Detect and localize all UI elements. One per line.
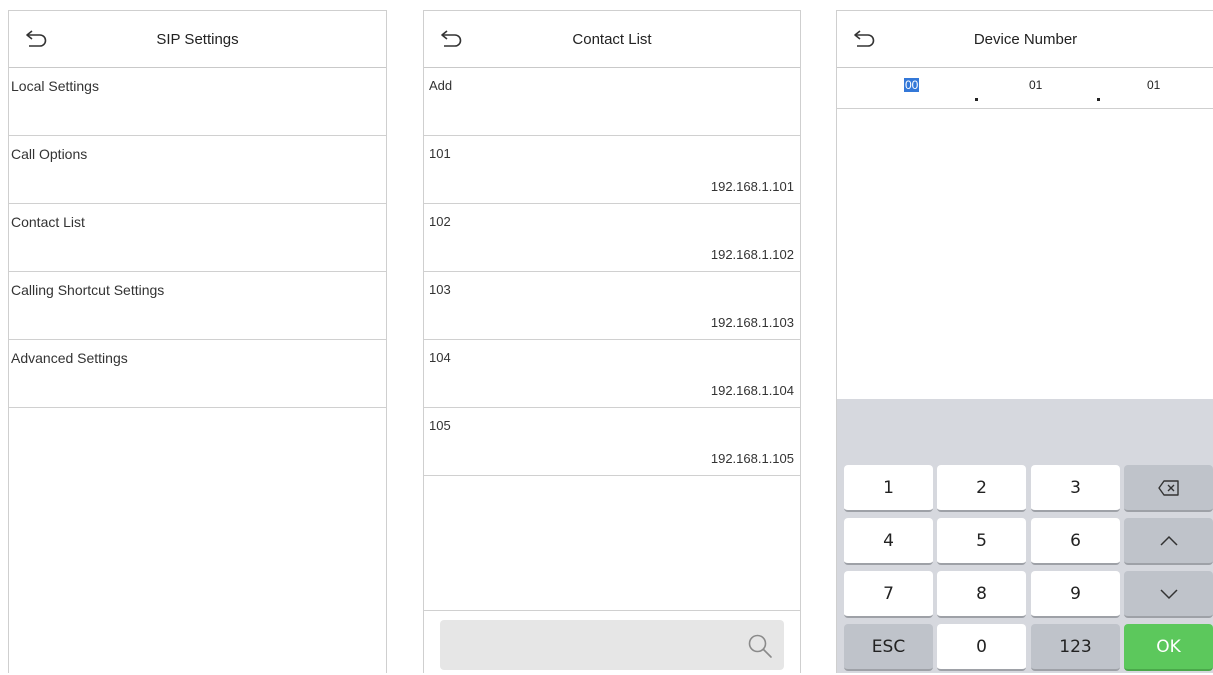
menu-item-calling-shortcut-settings[interactable]: Calling Shortcut Settings (9, 272, 386, 340)
device-number-segment-1[interactable]: 00 (904, 78, 920, 92)
page-title: Device Number (973, 30, 1078, 48)
contact-item[interactable]: 105 192.168.1.105 (424, 408, 800, 476)
search-input[interactable] (440, 620, 784, 670)
contact-item[interactable]: 102 192.168.1.102 (424, 204, 800, 272)
key-7[interactable]: 7 (844, 571, 933, 618)
segment-separator (1097, 98, 1100, 101)
key-0[interactable]: 0 (937, 624, 1026, 671)
device-number-panel: Device Number 00 01 01 1 2 3 4 5 6 7 8 9… (836, 10, 1213, 673)
contact-ip: 192.168.1.104 (710, 383, 794, 398)
segment-separator (975, 98, 978, 101)
contact-number: 101 (429, 146, 451, 161)
menu-item-contact-list[interactable]: Contact List (9, 204, 386, 272)
up-key[interactable] (1124, 518, 1213, 565)
numeric-keypad: 1 2 3 4 5 6 7 8 9 ESC 0 123 OK (837, 399, 1213, 673)
device-number-header: Device Number (837, 11, 1213, 68)
page-title: Contact List (572, 30, 652, 48)
menu-item-label: Calling Shortcut Settings (11, 282, 165, 298)
contact-item[interactable]: 101 192.168.1.101 (424, 136, 800, 204)
menu-item-label: Advanced Settings (11, 350, 128, 366)
chevron-down-icon (1159, 588, 1178, 599)
menu-item-label: Call Options (11, 146, 88, 162)
back-arrow-icon[interactable] (438, 28, 464, 50)
backspace-icon (1157, 479, 1179, 496)
backspace-key[interactable] (1124, 465, 1213, 512)
add-contact-item[interactable]: Add (424, 68, 800, 136)
contact-number: 105 (429, 418, 451, 433)
down-key[interactable] (1124, 571, 1213, 618)
ok-button[interactable]: OK (1124, 624, 1213, 671)
contact-ip: 192.168.1.105 (710, 451, 794, 466)
sip-settings-panel: SIP Settings Local Settings Call Options… (8, 10, 387, 673)
contact-number: 102 (429, 214, 451, 229)
search-bar (424, 610, 800, 675)
back-arrow-icon[interactable] (851, 28, 877, 50)
key-9[interactable]: 9 (1031, 571, 1120, 618)
sip-settings-header: SIP Settings (9, 11, 386, 68)
menu-item-call-options[interactable]: Call Options (9, 136, 386, 204)
key-1[interactable]: 1 (844, 465, 933, 512)
contact-list-panel: Contact List Add 101 192.168.1.101 102 1… (423, 10, 801, 675)
add-label: Add (429, 78, 453, 93)
contact-ip: 192.168.1.102 (710, 247, 794, 262)
key-4[interactable]: 4 (844, 518, 933, 565)
contact-ip: 192.168.1.103 (710, 315, 794, 330)
menu-item-local-settings[interactable]: Local Settings (9, 68, 386, 136)
device-number-segment-2[interactable]: 01 (1029, 78, 1042, 92)
page-title: SIP Settings (156, 30, 239, 48)
contact-number: 103 (429, 282, 451, 297)
device-number-segment-3[interactable]: 01 (1147, 78, 1160, 92)
mode-123-key[interactable]: 123 (1031, 624, 1120, 671)
esc-key[interactable]: ESC (844, 624, 933, 671)
contact-item[interactable]: 104 192.168.1.104 (424, 340, 800, 408)
back-arrow-icon[interactable] (23, 28, 49, 50)
chevron-up-icon (1159, 535, 1178, 546)
menu-item-label: Local Settings (11, 78, 99, 94)
contact-number: 104 (429, 350, 451, 365)
search-icon[interactable] (746, 632, 774, 660)
menu-item-label: Contact List (11, 214, 85, 230)
contact-item[interactable]: 103 192.168.1.103 (424, 272, 800, 340)
contact-ip: 192.168.1.101 (710, 179, 794, 194)
key-2[interactable]: 2 (937, 465, 1026, 512)
menu-item-advanced-settings[interactable]: Advanced Settings (9, 340, 386, 408)
key-6[interactable]: 6 (1031, 518, 1120, 565)
key-3[interactable]: 3 (1031, 465, 1120, 512)
device-number-field[interactable]: 00 01 01 (837, 68, 1213, 109)
key-8[interactable]: 8 (937, 571, 1026, 618)
contact-list-header: Contact List (424, 11, 800, 68)
key-5[interactable]: 5 (937, 518, 1026, 565)
